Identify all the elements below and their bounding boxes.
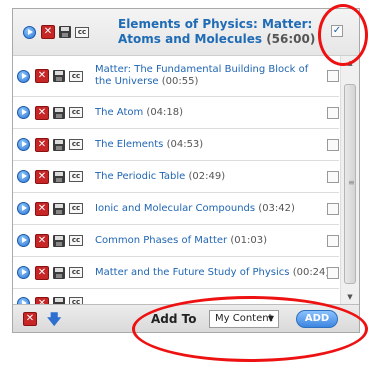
clip-link[interactable]: Matter: The Fundamental Building Block o…	[95, 56, 327, 96]
scrollbar[interactable]: ▲ ≡ ▼	[340, 56, 359, 304]
playlist-header: ✕ cc Elements of Physics: Matter: Atoms …	[13, 9, 359, 56]
cc-icon[interactable]: cc	[69, 107, 83, 118]
remove-icon[interactable]: ✕	[35, 297, 49, 304]
clip-list: ✕ cc Matter: The Fundamental Building Bl…	[13, 56, 339, 304]
clip-duration: (00:24)	[292, 266, 330, 278]
clip-checkbox[interactable]	[327, 106, 339, 119]
save-icon[interactable]	[59, 26, 71, 38]
clip-link[interactable]: Matter and the Future Study of Physics (…	[95, 257, 331, 288]
clip-title[interactable]: The Elements	[95, 139, 163, 150]
list-item: ✕ cc Matter: The Fundamental Building Bl…	[13, 56, 339, 97]
scrollbar-grip: ≡	[348, 178, 355, 187]
play-icon[interactable]	[17, 297, 30, 304]
clip-duration: (04:18)	[146, 106, 184, 118]
item-icons: ✕ cc	[17, 289, 83, 304]
play-icon[interactable]	[17, 266, 30, 279]
save-icon[interactable]	[53, 170, 65, 183]
clip-checkbox[interactable]	[327, 266, 339, 279]
clip-title[interactable]: Common Phases of Matter	[95, 235, 227, 246]
save-icon[interactable]	[53, 234, 65, 247]
clip-title[interactable]: The Periodic Table	[95, 171, 185, 182]
playlist-title[interactable]: Elements of Physics: Matter: Atoms and M…	[118, 17, 318, 47]
remove-all-icon[interactable]: ✕	[23, 312, 37, 326]
clip-title[interactable]: Ionic and Molecular Compounds	[95, 203, 255, 214]
save-icon[interactable]	[53, 138, 65, 151]
item-icons: ✕ cc	[17, 97, 83, 128]
annotation-circle-add-controls	[132, 296, 368, 362]
remove-icon[interactable]: ✕	[35, 233, 49, 248]
cc-icon[interactable]: cc	[69, 171, 83, 182]
list-item: ✕ cc The Periodic Table (02:49)	[13, 161, 339, 193]
clip-duration: (04:53)	[166, 138, 204, 150]
list-item: ✕ cc Common Phases of Matter (01:03)	[13, 225, 339, 257]
save-icon[interactable]	[53, 106, 65, 119]
item-icons: ✕ cc	[17, 225, 83, 256]
list-item: ✕ cc Matter and the Future Study of Phys…	[13, 257, 339, 289]
clip-link[interactable]: The Elements (04:53)	[95, 129, 327, 160]
item-icons: ✕ cc	[17, 56, 83, 96]
cc-icon[interactable]: cc	[69, 235, 83, 246]
clip-title[interactable]: The Atom	[95, 107, 143, 118]
clip-checkbox[interactable]	[327, 170, 339, 183]
cc-icon[interactable]: cc	[69, 139, 83, 150]
remove-icon[interactable]: ✕	[35, 265, 49, 280]
remove-icon[interactable]: ✕	[35, 201, 49, 216]
clip-duration: (02:49)	[188, 170, 226, 182]
annotation-circle-checkbox	[318, 4, 368, 66]
item-icons: ✕ cc	[17, 129, 83, 160]
playlist-duration: (56:00)	[266, 32, 316, 46]
playlist-panel: ✕ cc Elements of Physics: Matter: Atoms …	[12, 8, 360, 333]
remove-icon[interactable]: ✕	[35, 69, 49, 83]
play-icon[interactable]	[17, 138, 30, 151]
remove-icon[interactable]: ✕	[35, 105, 49, 120]
cc-icon[interactable]: cc	[75, 26, 89, 38]
save-icon[interactable]	[53, 70, 65, 82]
clip-link[interactable]: The Periodic Table (02:49)	[95, 161, 327, 192]
play-icon[interactable]	[23, 25, 36, 39]
item-icons: ✕ cc	[17, 193, 83, 224]
item-icons: ✕ cc	[17, 161, 83, 192]
play-icon[interactable]	[17, 106, 30, 119]
cc-icon[interactable]: cc	[69, 267, 83, 278]
cc-icon[interactable]: cc	[69, 70, 83, 82]
clip-checkbox[interactable]	[327, 70, 339, 82]
clip-duration: (00:55)	[161, 76, 199, 87]
clip-link[interactable]: Ionic and Molecular Compounds (03:42)	[95, 193, 327, 224]
scrollbar-thumb[interactable]: ≡	[344, 84, 356, 284]
scroll-down-button[interactable]: ▼	[341, 290, 359, 304]
clip-duration: (03:42)	[258, 202, 295, 214]
play-icon[interactable]	[17, 202, 30, 215]
arrow-down-icon[interactable]: 🡇	[47, 309, 61, 332]
clip-checkbox[interactable]	[327, 138, 339, 151]
save-icon[interactable]	[53, 202, 65, 215]
list-item: ✕ cc The Elements (04:53)	[13, 129, 339, 161]
clip-checkbox[interactable]	[327, 202, 339, 215]
play-icon[interactable]	[17, 69, 30, 83]
clip-link[interactable]: Common Phases of Matter (01:03)	[95, 225, 327, 256]
list-item: ✕ cc The Atom (04:18)	[13, 97, 339, 129]
clip-title[interactable]: Matter and the Future Study of Physics	[95, 267, 290, 278]
clip-checkbox[interactable]	[327, 234, 339, 247]
save-icon[interactable]	[53, 266, 65, 279]
play-icon[interactable]	[17, 170, 30, 183]
save-icon[interactable]	[53, 297, 65, 304]
remove-icon[interactable]: ✕	[41, 25, 55, 39]
header-icons: ✕ cc	[23, 9, 89, 55]
remove-icon[interactable]: ✕	[35, 169, 49, 184]
cc-icon[interactable]: cc	[69, 203, 83, 214]
item-icons: ✕ cc	[17, 257, 83, 288]
clip-title[interactable]: Matter: The Fundamental Building Block o…	[95, 64, 308, 87]
play-icon[interactable]	[17, 234, 30, 247]
cc-icon[interactable]: cc	[69, 297, 83, 304]
clip-link[interactable]: The Atom (04:18)	[95, 97, 327, 128]
list-item: ✕ cc Ionic and Molecular Compounds (03:4…	[13, 193, 339, 225]
remove-icon[interactable]: ✕	[35, 137, 49, 152]
clip-duration: (01:03)	[230, 234, 267, 246]
